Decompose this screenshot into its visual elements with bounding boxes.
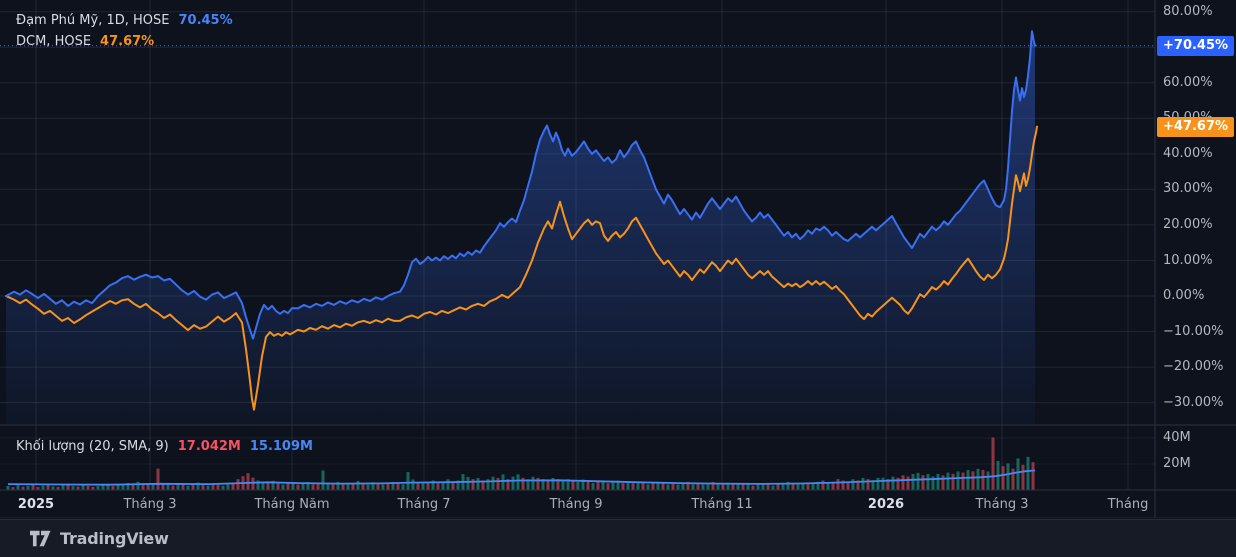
time-axis[interactable]: 2025 Tháng 3 Tháng Năm Tháng 7 Tháng 9 Tháng … [0,490,1236,518]
volume-current-value: 17.042M [178,439,241,454]
price-scale-tick: 10.00% [1163,253,1213,268]
chart-pane[interactable]: Đạm Phú Mỹ, 1D, HOSE 70.45% DCM, HOSE 47… [0,0,1236,557]
time-scale-tick: Tháng 11 [691,497,752,512]
price-scale-tick: 30.00% [1163,181,1213,196]
time-scale-tick: Tháng 7 [397,497,450,512]
tradingview-logo[interactable]: TradingView [30,529,169,548]
time-scale-tick: Tháng [1108,497,1149,512]
compare-symbol-change-value: 47.67% [100,34,154,49]
time-scale-tick: Tháng Năm [254,497,329,512]
main-symbol-title: Đạm Phú Mỹ, 1D, HOSE [16,13,169,28]
price-scale-tick: −30.00% [1163,395,1223,410]
tradingview-logo-text: TradingView [60,529,169,548]
volume-scale-tick: 40M [1163,430,1191,445]
price-label-badge-main: +70.45% [1157,36,1234,56]
price-axis[interactable]: 80.00%60.00%50.00%40.00%30.00%20.00%10.0… [1155,0,1236,518]
price-scale-tick: 20.00% [1163,217,1213,232]
footer-bar: TradingView [0,519,1236,557]
time-scale-tick: Tháng 3 [123,497,176,512]
area-fill-main-series [6,31,1035,424]
volume-legend[interactable]: Khối lượng (20, SMA, 9) 17.042M 15.109M [16,439,313,454]
volume-indicator-title: Khối lượng (20, SMA, 9) [16,439,169,454]
price-scale-tick: 0.00% [1163,288,1204,303]
volume-scale-tick: 20M [1163,456,1191,471]
volume-ma-value: 15.109M [250,439,313,454]
price-label-badge-compare: +47.67% [1157,117,1234,137]
time-scale-tick: Tháng 9 [549,497,602,512]
main-symbol-change-value: 70.45% [178,13,232,28]
time-scale-tick: Tháng 3 [975,497,1028,512]
price-scale-tick: −20.00% [1163,359,1223,374]
price-scale-tick: −10.00% [1163,324,1223,339]
price-scale-tick: 40.00% [1163,146,1213,161]
legend-row-main-symbol[interactable]: Đạm Phú Mỹ, 1D, HOSE 70.45% [16,10,233,31]
compare-symbol-title: DCM, HOSE [16,34,91,49]
tradingview-chart-window: Đạm Phú Mỹ, 1D, HOSE 70.45% DCM, HOSE 47… [0,0,1236,557]
time-scale-tick: 2026 [868,497,904,512]
legend-row-compare-symbol[interactable]: DCM, HOSE 47.67% [16,31,233,52]
tradingview-logo-icon [30,530,52,547]
time-scale-tick: 2025 [18,497,54,512]
symbol-legend: Đạm Phú Mỹ, 1D, HOSE 70.45% DCM, HOSE 47… [16,10,233,52]
price-scale-tick: 80.00% [1163,4,1213,19]
price-scale-tick: 60.00% [1163,75,1213,90]
